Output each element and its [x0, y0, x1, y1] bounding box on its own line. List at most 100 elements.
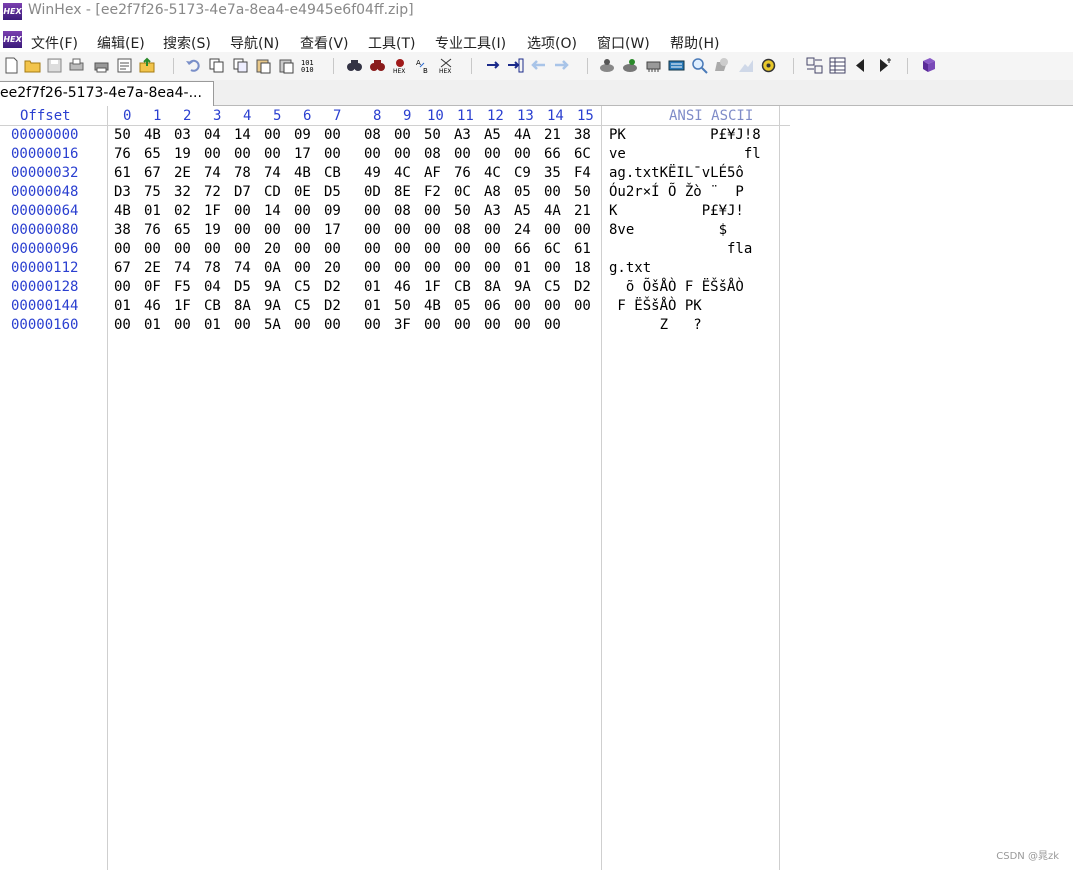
hex-byte[interactable]: 20 — [264, 241, 281, 257]
hex-byte[interactable]: 00 — [204, 146, 221, 162]
hex-byte[interactable]: 65 — [144, 146, 161, 162]
hex-byte[interactable]: 00 — [484, 260, 501, 276]
hex-byte[interactable]: 76 — [144, 222, 161, 238]
hex-byte[interactable]: 0C — [454, 184, 471, 200]
table-icon[interactable] — [829, 57, 846, 74]
hex-byte[interactable]: 9A — [514, 279, 531, 295]
hex-byte[interactable]: 00 — [324, 127, 341, 143]
hex-byte[interactable]: 00 — [234, 203, 251, 219]
hex-byte[interactable]: 78 — [234, 165, 251, 181]
hex-byte[interactable]: 1F — [174, 298, 191, 314]
hex-byte[interactable]: 00 — [234, 146, 251, 162]
hex-byte[interactable]: 74 — [204, 165, 221, 181]
ansi-text[interactable]: 8ve $ — [609, 222, 727, 238]
hex-byte[interactable]: 00 — [364, 222, 381, 238]
hex-byte[interactable]: C5 — [294, 298, 311, 314]
hex-byte[interactable]: 18 — [574, 260, 591, 276]
hex-byte[interactable]: F2 — [424, 184, 441, 200]
hex-byte[interactable]: 14 — [264, 203, 281, 219]
row-offset[interactable]: 00000016 — [11, 146, 78, 162]
hex-byte[interactable]: 01 — [364, 298, 381, 314]
hex-byte[interactable]: 01 — [364, 279, 381, 295]
winhex-menu-icon[interactable]: HEX — [3, 31, 22, 48]
hex-byte[interactable]: 04 — [204, 127, 221, 143]
hex-byte[interactable]: D2 — [324, 298, 341, 314]
hex-byte[interactable]: 4C — [484, 165, 501, 181]
hex-byte[interactable]: 00 — [264, 127, 281, 143]
menu-edit[interactable]: 编辑(E) — [97, 33, 145, 53]
hex-byte[interactable]: 08 — [394, 203, 411, 219]
hex-byte[interactable]: 66 — [544, 146, 561, 162]
prev-page-icon[interactable] — [852, 57, 869, 74]
hex-byte[interactable]: 00 — [114, 317, 131, 333]
hex-byte[interactable]: 04 — [204, 279, 221, 295]
hex-byte[interactable]: 00 — [264, 146, 281, 162]
hex-byte[interactable]: 00 — [514, 146, 531, 162]
hex-byte[interactable]: 50 — [114, 127, 131, 143]
ansi-text[interactable]: g.txt — [609, 260, 651, 276]
disk-tools-icon[interactable] — [645, 57, 662, 74]
menu-tools[interactable]: 工具(T) — [368, 33, 415, 53]
document-tab[interactable]: ee2f7f26-5173-4e7a-8ea4-... — [0, 81, 214, 106]
binary-icon[interactable]: 101010 — [300, 57, 317, 74]
menu-view[interactable]: 查看(V) — [300, 33, 349, 53]
paste-icon[interactable] — [255, 57, 272, 74]
hex-byte[interactable]: 50 — [424, 127, 441, 143]
hex-byte[interactable]: 4A — [544, 203, 561, 219]
hex-byte[interactable]: A3 — [484, 203, 501, 219]
hex-byte[interactable]: 00 — [484, 146, 501, 162]
next-page-icon[interactable] — [876, 57, 893, 74]
hex-byte[interactable]: 19 — [204, 222, 221, 238]
ansi-text[interactable]: ag.txtKËIL¯vLÉ5ô — [609, 165, 744, 181]
hex-byte[interactable]: 17 — [324, 222, 341, 238]
row-offset[interactable]: 00000144 — [11, 298, 78, 314]
tools-icon[interactable] — [737, 57, 754, 74]
hex-byte[interactable]: 00 — [234, 222, 251, 238]
magnifier-icon[interactable] — [691, 57, 708, 74]
calculator-icon[interactable] — [668, 57, 685, 74]
hex-byte[interactable]: 03 — [174, 127, 191, 143]
ansi-text[interactable]: Óu2r×Í Õ Žò ¨ P — [609, 184, 744, 200]
hex-byte[interactable]: 74 — [174, 260, 191, 276]
hex-byte[interactable]: 78 — [204, 260, 221, 276]
hex-byte[interactable]: 17 — [294, 146, 311, 162]
hex-byte[interactable]: 24 — [514, 222, 531, 238]
hex-byte[interactable]: 00 — [394, 127, 411, 143]
hex-byte[interactable]: CD — [264, 184, 281, 200]
hex-byte[interactable]: 08 — [364, 127, 381, 143]
hex-byte[interactable]: 02 — [174, 203, 191, 219]
hex-byte[interactable]: 21 — [574, 203, 591, 219]
copy-icon[interactable] — [208, 57, 225, 74]
open-folder-icon[interactable] — [24, 57, 41, 74]
hex-byte[interactable]: A5 — [514, 203, 531, 219]
hex-byte[interactable]: 4B — [424, 298, 441, 314]
goto-offset-icon[interactable] — [485, 57, 502, 74]
properties-icon[interactable] — [116, 57, 133, 74]
replace-text-icon[interactable]: AB — [415, 57, 432, 74]
hex-byte[interactable]: 00 — [294, 241, 311, 257]
menu-options[interactable]: 选项(O) — [527, 33, 577, 53]
ram-icon[interactable] — [622, 57, 639, 74]
hex-byte[interactable]: 00 — [394, 241, 411, 257]
menu-help[interactable]: 帮助(H) — [670, 33, 719, 53]
hex-byte[interactable]: 05 — [454, 298, 471, 314]
hex-byte[interactable]: F4 — [574, 165, 591, 181]
hex-byte[interactable]: 4B — [114, 203, 131, 219]
hex-byte[interactable]: 9A — [264, 279, 281, 295]
hex-byte[interactable]: C5 — [294, 279, 311, 295]
hex-byte[interactable]: 00 — [544, 184, 561, 200]
disk-open-icon[interactable] — [599, 57, 616, 74]
hex-byte[interactable]: 3F — [394, 317, 411, 333]
hex-byte[interactable]: 00 — [234, 317, 251, 333]
hex-byte[interactable]: 76 — [454, 165, 471, 181]
print-preview-icon[interactable] — [68, 57, 85, 74]
hex-byte[interactable]: 0E — [294, 184, 311, 200]
ansi-text[interactable]: õ ÕšÅÒ F ËŠšÅÒ — [609, 279, 744, 295]
hex-byte[interactable]: 00 — [454, 146, 471, 162]
hex-byte[interactable]: 00 — [514, 298, 531, 314]
find-text-icon[interactable] — [346, 57, 363, 74]
ansi-text[interactable]: K P£¥J! — [609, 203, 744, 219]
hex-byte[interactable]: 8E — [394, 184, 411, 200]
hex-byte[interactable]: 00 — [484, 317, 501, 333]
menu-search[interactable]: 搜索(S) — [163, 33, 211, 53]
